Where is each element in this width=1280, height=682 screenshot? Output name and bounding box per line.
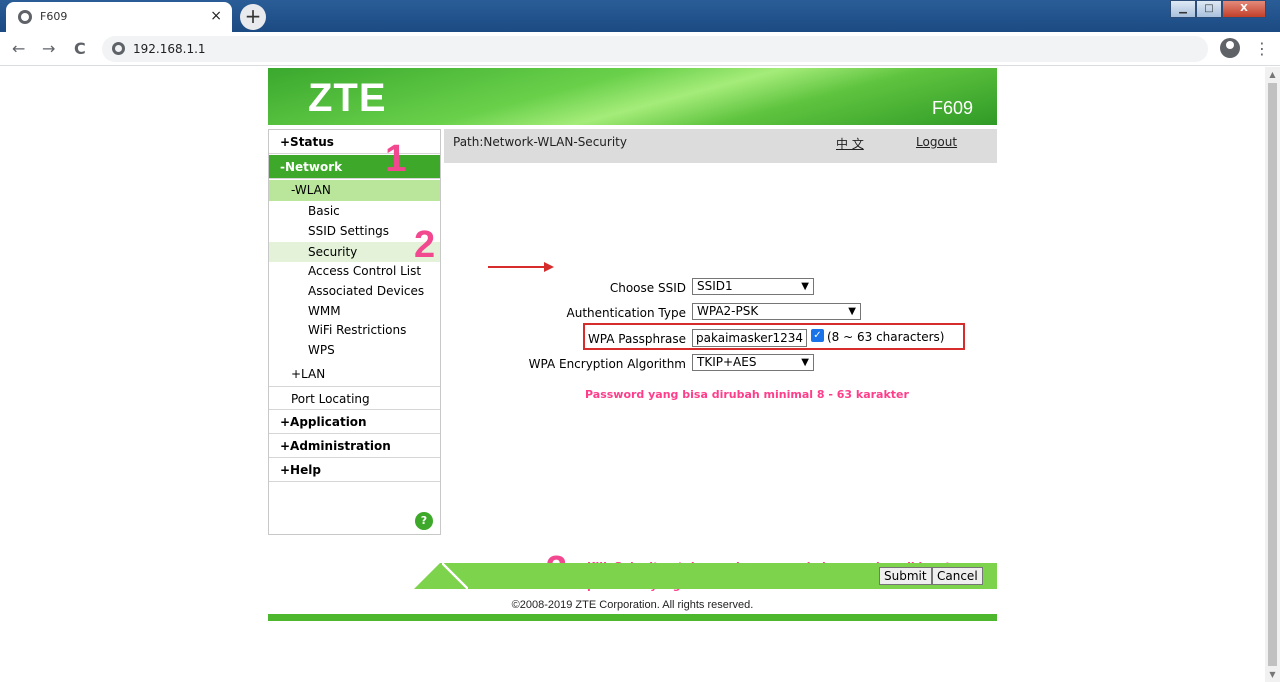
encryption-row: WPA Encryption Algorithm	[444, 354, 686, 374]
address-bar[interactable]: 192.168.1.1	[102, 36, 1208, 62]
sidebar-item-administration[interactable]: +Administration	[269, 434, 440, 458]
scroll-up-icon[interactable]: ▲	[1265, 67, 1280, 82]
footer-action-bar: Submit Cancel	[414, 563, 997, 589]
sidebar-item-basic[interactable]: Basic	[269, 201, 440, 221]
scroll-down-icon[interactable]: ▼	[1265, 667, 1280, 682]
router-page: ZTE F609 +Status -Network -WLAN Basic SS…	[268, 68, 997, 621]
ssid-select-value: SSID1	[697, 279, 733, 293]
reload-icon[interactable]: C	[74, 39, 86, 58]
chevron-down-icon: ▼	[801, 281, 809, 292]
passphrase-row: WPA Passphrase	[444, 329, 686, 349]
sidebar-item-associated-devices[interactable]: Associated Devices	[269, 281, 440, 301]
globe-icon	[18, 10, 32, 24]
maximize-button[interactable]: □	[1196, 0, 1222, 18]
tab-title: F609	[40, 10, 68, 23]
banner: ZTE F609	[268, 68, 997, 125]
browser-tab-strip: F609 × + ▁ □ X	[0, 0, 1280, 32]
copyright-text: ©2008-2019 ZTE Corporation. All rights r…	[511, 599, 754, 611]
sidebar-item-status[interactable]: +Status	[269, 130, 440, 154]
model-name: F609	[931, 98, 973, 118]
passphrase-label: WPA Passphrase	[587, 332, 686, 346]
chevron-down-icon: ▼	[848, 306, 856, 317]
path-bar: Path:Network-WLAN-Security 中 文 Logout	[444, 129, 997, 163]
forward-arrow-icon[interactable]: →	[42, 39, 55, 58]
annotation-number-1: 1	[385, 138, 407, 180]
browser-toolbar: ← → C 192.168.1.1 ⋮	[0, 32, 1280, 66]
auth-type-label: Authentication Type	[566, 306, 686, 320]
browser-tab[interactable]: F609 ×	[6, 2, 232, 32]
profile-avatar-icon[interactable]	[1220, 38, 1240, 58]
sidebar-item-wifi-restrictions[interactable]: WiFi Restrictions	[269, 320, 440, 340]
new-tab-button[interactable]: +	[240, 4, 266, 30]
bottom-green-line	[268, 614, 997, 621]
scroll-thumb[interactable]	[1268, 83, 1277, 666]
back-arrow-icon[interactable]: ←	[12, 39, 25, 58]
passphrase-input[interactable]: pakaimasker1234	[692, 329, 807, 347]
sidebar-item-network[interactable]: -Network	[269, 155, 440, 179]
sidebar-item-wmm[interactable]: WMM	[269, 301, 440, 321]
auth-type-value: WPA2-PSK	[697, 304, 759, 318]
auth-type-select[interactable]: WPA2-PSK ▼	[692, 303, 861, 320]
language-link[interactable]: 中 文	[836, 135, 864, 152]
main-content: Path:Network-WLAN-Security 中 文 Logout Ch…	[444, 129, 997, 592]
help-icon[interactable]: ?	[415, 512, 433, 530]
chevron-down-icon: ▼	[801, 357, 809, 368]
submit-button[interactable]: Submit	[879, 567, 932, 585]
site-info-icon[interactable]	[112, 42, 125, 55]
sidebar-item-application[interactable]: +Application	[269, 410, 440, 434]
footer-slash-decoration	[442, 563, 468, 589]
sidebar-item-lan[interactable]: +LAN	[269, 362, 440, 386]
close-tab-icon[interactable]: ×	[210, 8, 222, 24]
page-scrollbar[interactable]: ▲ ▼	[1265, 67, 1280, 682]
show-password-checkbox[interactable]: ✓	[811, 329, 824, 342]
url-text: 192.168.1.1	[133, 42, 206, 56]
annotation-arrow	[488, 262, 554, 272]
window-controls: ▁ □ X	[1170, 0, 1266, 20]
minimize-button[interactable]: ▁	[1170, 0, 1196, 18]
logout-link[interactable]: Logout	[916, 135, 957, 149]
annotation-note-password: Password yang bisa dirubah minimal 8 - 6…	[585, 388, 909, 401]
passphrase-hint: (8 ~ 63 characters)	[827, 330, 945, 344]
sidebar-menu: +Status -Network -WLAN Basic SSID Settin…	[268, 129, 441, 535]
cancel-button[interactable]: Cancel	[932, 567, 983, 585]
annotation-number-2: 2	[414, 224, 436, 266]
ssid-select[interactable]: SSID1 ▼	[692, 278, 814, 295]
encryption-label: WPA Encryption Algorithm	[528, 357, 686, 371]
sidebar-item-wlan[interactable]: -WLAN	[269, 180, 440, 201]
choose-ssid-row: Choose SSID	[444, 278, 686, 298]
encryption-value: TKIP+AES	[697, 355, 757, 369]
choose-ssid-label: Choose SSID	[609, 281, 686, 295]
sidebar-item-help[interactable]: +Help	[269, 458, 440, 482]
browser-menu-icon[interactable]: ⋮	[1254, 39, 1270, 58]
close-window-button[interactable]: X	[1222, 0, 1266, 18]
auth-type-row: Authentication Type	[444, 303, 686, 323]
encryption-select[interactable]: TKIP+AES ▼	[692, 354, 814, 371]
sidebar-item-port-locating[interactable]: Port Locating	[269, 386, 440, 410]
sidebar-item-wps[interactable]: WPS	[269, 340, 440, 360]
zte-logo: ZTE	[308, 76, 387, 120]
breadcrumb: Path:Network-WLAN-Security	[453, 135, 627, 149]
